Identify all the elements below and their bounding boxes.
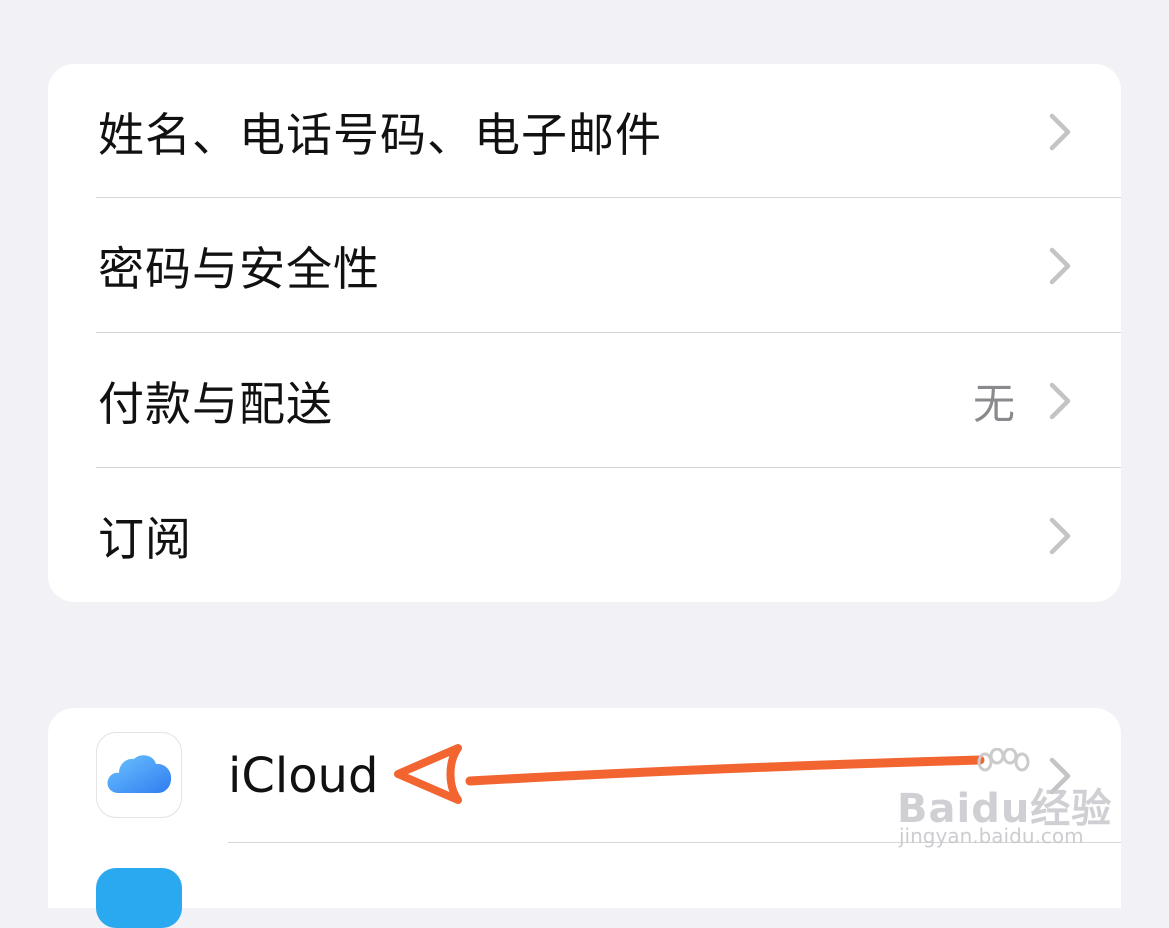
chevron-right-icon: [1049, 517, 1071, 554]
name-phone-email-label: 姓名、电话号码、电子邮件: [98, 107, 662, 162]
icloud-label: iCloud: [228, 747, 379, 804]
chevron-right-icon: [1049, 113, 1071, 150]
watermark-url: jingyan.baidu.com: [899, 824, 1084, 848]
subscriptions-row[interactable]: 订阅: [48, 468, 1121, 603]
account-settings-group: 姓名、电话号码、电子邮件 密码与安全性 付款与配送 无 订阅: [48, 64, 1121, 602]
payment-shipping-row[interactable]: 付款与配送 无: [48, 333, 1121, 468]
chevron-right-icon: [1049, 247, 1071, 284]
icloud-icon: [107, 755, 172, 793]
subscriptions-label: 订阅: [98, 511, 192, 566]
next-row-app-icon: [96, 868, 182, 928]
icloud-app-icon: [96, 732, 182, 818]
payment-shipping-value: 无: [972, 379, 1015, 428]
name-phone-email-row[interactable]: 姓名、电话号码、电子邮件: [48, 64, 1121, 199]
chevron-right-icon: [1049, 382, 1071, 419]
password-security-row[interactable]: 密码与安全性: [48, 198, 1121, 333]
password-security-label: 密码与安全性: [98, 241, 380, 296]
payment-shipping-label: 付款与配送: [98, 376, 333, 431]
baidu-jingyan-watermark: Baidu经验 jingyan.baidu.com: [895, 748, 1115, 858]
